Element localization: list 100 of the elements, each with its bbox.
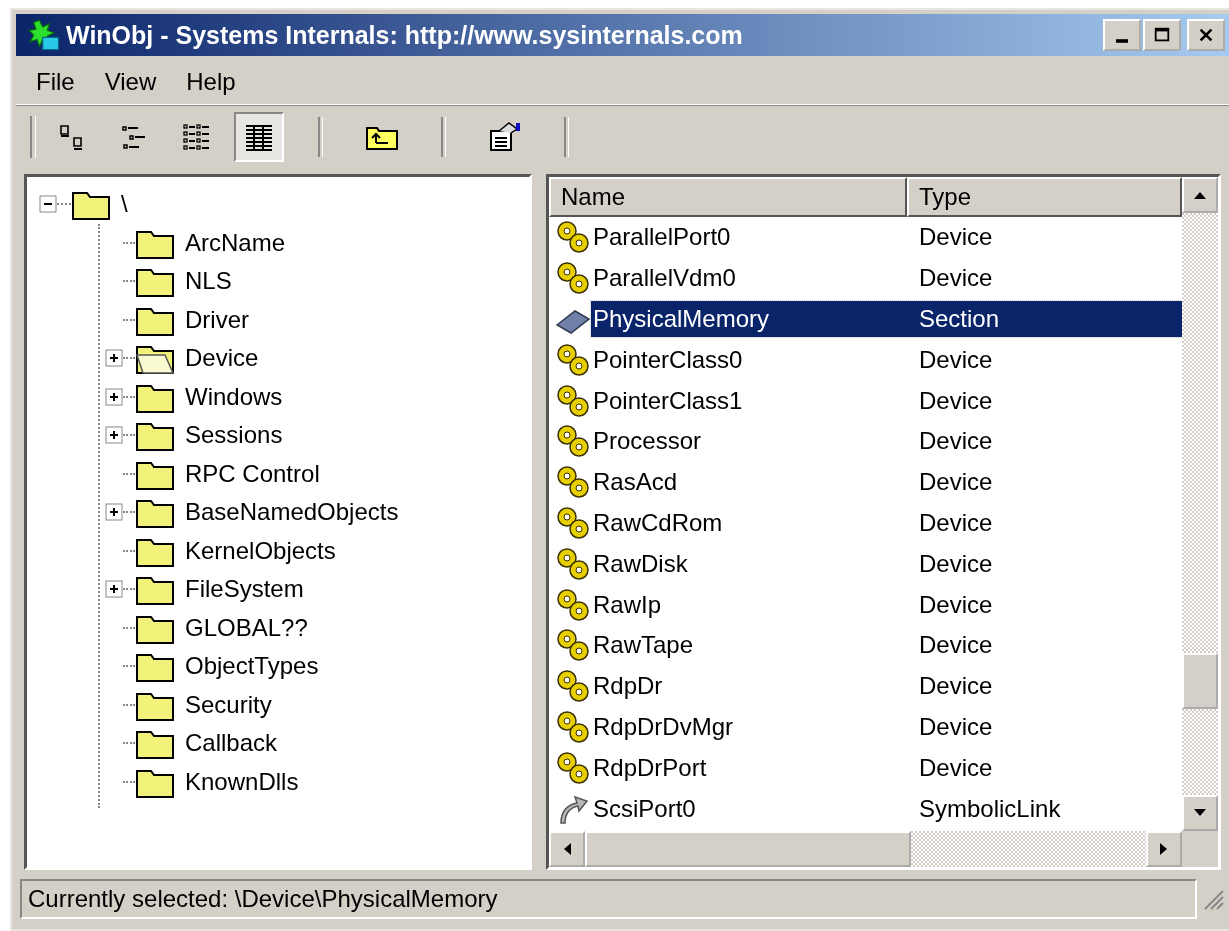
tree-item[interactable]: BaseNamedObjects [183,498,401,527]
tree-item[interactable]: ObjectTypes [183,652,321,681]
gear-icon [555,423,591,460]
type-cell: Device [919,508,993,537]
scroll-up-icon [1193,190,1207,200]
list-row[interactable]: RdpDrPort Device [591,749,1182,786]
scroll-right-icon [1159,842,1169,856]
maximize-button[interactable] [1143,19,1181,51]
type-cell: Device [919,631,993,660]
tree-item[interactable]: ArcName [183,228,288,257]
scroll-right-button[interactable] [1146,831,1182,867]
list-row[interactable]: RdpDr Device [591,668,1182,705]
expand-icon[interactable] [105,426,123,445]
list-row[interactable]: ParallelPort0 Device [591,219,1182,256]
type-cell: Device [919,753,993,782]
scroll-left-button[interactable] [549,831,585,867]
gear-icon [555,464,591,501]
scroll-up-button[interactable] [1182,177,1218,213]
gear-icon [555,219,591,256]
status-text: Currently selected: \Device\PhysicalMemory [20,879,1197,919]
name-cell-text: RawCdRom [592,508,724,537]
list-row[interactable]: PhysicalMemory Section [591,301,1182,337]
minimize-button[interactable] [1103,19,1141,51]
name-cell-text: ParallelVdm0 [592,264,737,293]
list-row[interactable]: ParallelVdm0 Device [591,260,1182,297]
collapse-icon[interactable] [39,195,57,214]
list-row[interactable]: RawIp Device [591,586,1182,623]
properties-icon [487,121,523,153]
tree-item[interactable]: \ [119,190,130,219]
menu-item[interactable]: View [104,68,157,96]
scroll-down-button[interactable] [1182,795,1218,831]
tree-item[interactable]: Security [183,690,274,719]
menu-item[interactable]: File [36,68,75,96]
list-row[interactable]: RdpDrDvMgr Device [591,708,1182,745]
type-cell: Device [919,468,993,497]
list-row[interactable]: PointerClass0 Device [591,341,1182,378]
scroll-down-icon [1193,808,1207,818]
type-cell: Device [919,386,993,415]
tree-item[interactable]: Windows [183,382,285,411]
scroll-thumb[interactable] [1182,653,1218,709]
tree-item[interactable]: Callback [183,729,280,758]
name-cell-text: ParallelPort0 [592,223,732,252]
list-row[interactable]: PointerClass1 Device [591,382,1182,419]
tree-item[interactable]: GLOBAL?? [183,613,310,642]
gear-icon [555,586,591,623]
gear-icon [555,749,591,786]
name-cell-text: PhysicalMemory [592,305,771,333]
gear-icon [555,382,591,419]
type-cell: Section [919,305,1000,333]
name-cell-text: RawIp [592,590,663,619]
column-header[interactable]: Type [907,177,1182,217]
gear-icon [555,341,591,378]
gear-icon [555,708,591,745]
list-row[interactable]: Processor Device [591,423,1182,460]
tree-item[interactable]: FileSystem [183,575,306,604]
list-row[interactable]: RawTape Device [591,627,1182,664]
list-row[interactable]: RasAcd Device [591,464,1182,501]
expand-icon[interactable] [105,349,123,368]
view-button[interactable] [234,112,284,162]
minimize-icon [1116,39,1128,43]
tree-item[interactable]: KnownDlls [183,767,301,796]
column-header[interactable]: Name [549,177,907,217]
expand-icon[interactable] [105,580,123,599]
type-cell: SymbolicLink [919,794,1061,823]
list-row[interactable]: RawCdRom Device [591,504,1182,541]
expand-icon[interactable] [105,503,123,522]
type-cell: Device [919,223,993,252]
tree-item[interactable]: Driver [183,305,251,334]
type-cell: Device [919,549,993,578]
tree-item[interactable]: Device [183,344,261,373]
tree-item[interactable]: KernelObjects [183,536,338,565]
window-title: WinObj - Systems Internals: http://www.sysinternals.com [66,20,744,50]
type-cell: Device [919,264,993,293]
tree-item[interactable]: Sessions [183,421,285,450]
expand-icon[interactable] [105,387,123,406]
tree-item[interactable]: NLS [183,267,234,296]
app-icon [28,18,62,52]
list-row[interactable]: RawDisk Device [591,545,1182,582]
name-cell-text: RdpDrPort [592,753,708,782]
scroll-left-icon [562,842,572,856]
gear-icon [555,504,591,541]
type-cell: Device [919,345,993,374]
name-cell-text: PointerClass1 [592,386,744,415]
name-cell-text: ScsiPort0 [592,794,697,823]
gear-icon [555,627,591,664]
close-icon [1197,26,1215,44]
tree-item[interactable]: RPC Control [183,459,322,488]
type-cell: Device [919,427,993,456]
close-button[interactable] [1187,19,1225,51]
details-icon [244,122,274,152]
name-cell-text: RasAcd [592,468,679,497]
maximize-icon [1153,26,1171,44]
gear-icon [555,668,591,705]
type-cell: Device [919,672,993,701]
name-cell-text: RdpDrDvMgr [592,712,734,741]
scroll-thumb[interactable] [585,831,911,867]
gear-icon [555,260,591,297]
menu-item[interactable]: Help [186,68,236,96]
list-row[interactable]: ScsiPort0 SymbolicLink [591,790,1182,827]
list-icon [182,122,212,152]
